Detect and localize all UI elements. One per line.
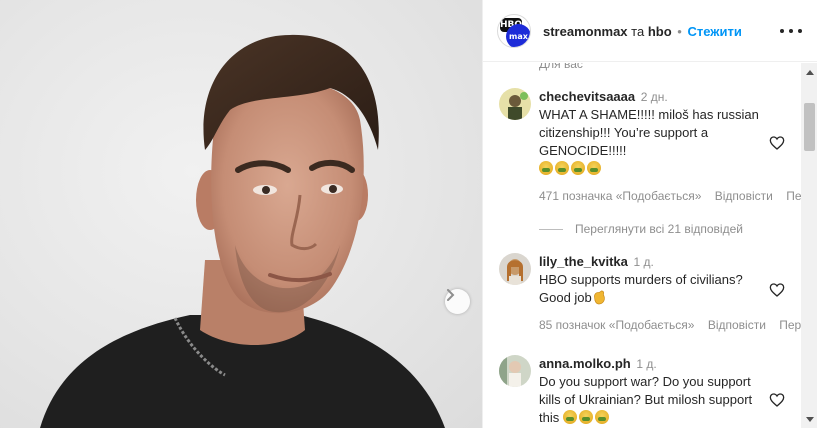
view-replies-button[interactable]: Переглянути всі 21 відповідей <box>539 222 743 236</box>
more-link[interactable]: Пе <box>786 189 801 203</box>
max-logo: max <box>506 24 530 47</box>
comment-text: HBO supports murders of civilians? Good … <box>539 272 743 305</box>
nauseated-face-emoji-icon <box>562 410 577 424</box>
comment-time: 1 д. <box>636 357 657 371</box>
comment-body: lily_the_kvitka 1 д. HBO supports murder… <box>539 253 774 307</box>
likes-count-link[interactable]: 85 позначок «Подобається» <box>539 318 694 332</box>
more-link[interactable]: Пер <box>779 318 801 332</box>
comment-body: chechevitsaaaa 2 дн. WHAT A SHAME!!!!! m… <box>539 88 774 178</box>
avatar-image <box>499 253 531 285</box>
next-image-button[interactable] <box>445 289 470 314</box>
hbo-max-avatar[interactable]: HBO max <box>497 14 531 48</box>
author-username-link[interactable]: streamonmax <box>543 24 628 39</box>
scroll-up-button[interactable] <box>801 63 817 80</box>
view-replies-label: Переглянути всі 21 відповідей <box>575 222 743 236</box>
coauthor-username-link[interactable]: hbo <box>648 24 672 39</box>
comment-time: 1 д. <box>633 255 654 269</box>
clapping-hands-emoji-icon <box>593 290 605 305</box>
more-options-button[interactable] <box>780 23 802 39</box>
nauseated-face-emoji-icon <box>594 410 609 424</box>
post-side-panel: HBO max streamonmax та hbo • Стежити Для… <box>482 0 817 428</box>
emoji-row <box>539 161 603 176</box>
header-text: streamonmax та hbo • Стежити <box>543 24 742 39</box>
nauseated-face-emoji-icon <box>571 161 585 175</box>
like-heart-icon[interactable] <box>769 282 785 298</box>
nauseated-face-emoji-icon <box>587 161 601 175</box>
avatar[interactable] <box>499 253 531 285</box>
post-photo <box>0 0 482 428</box>
arrow-down-icon <box>805 416 814 422</box>
scrollbar-thumb[interactable] <box>804 103 815 151</box>
arrow-up-icon <box>805 69 814 75</box>
avatar[interactable] <box>499 355 531 387</box>
comment-username[interactable]: anna.molko.ph <box>539 356 631 371</box>
dot-separator: • <box>677 24 682 39</box>
comment-time: 2 дн. <box>640 90 668 104</box>
comment-username[interactable]: chechevitsaaaa <box>539 89 635 104</box>
avatar-image <box>499 88 531 120</box>
nauseated-face-emoji-icon <box>555 161 569 175</box>
emoji-row <box>562 410 611 425</box>
comment-meta: 471 позначка «Подобається» Відповісти Пе <box>539 189 801 203</box>
cut-off-text: Для вас <box>539 63 583 71</box>
like-heart-icon[interactable] <box>769 392 785 408</box>
more-horizontal-icon <box>780 29 784 33</box>
comment-text: WHAT A SHAME!!!!! miloš has russian citi… <box>539 107 759 158</box>
nauseated-face-emoji-icon <box>539 161 553 175</box>
reply-link[interactable]: Відповісти <box>715 189 773 203</box>
comment-meta: 85 позначок «Подобається» Відповісти Пер <box>539 318 801 332</box>
post-header: HBO max streamonmax та hbo • Стежити <box>483 0 817 62</box>
chevron-right-icon <box>447 289 455 301</box>
portrait-illustration <box>40 34 445 428</box>
more-horizontal-icon <box>789 29 793 33</box>
follow-button[interactable]: Стежити <box>687 24 741 39</box>
replies-divider-line <box>539 228 563 230</box>
more-horizontal-icon <box>798 29 802 33</box>
reply-link[interactable]: Відповісти <box>708 318 766 332</box>
comments-list[interactable]: Для вас chechevitsaaaa 2 дн. WHAT A SHAM… <box>483 63 801 428</box>
comment-username[interactable]: lily_the_kvitka <box>539 254 628 269</box>
like-heart-icon[interactable] <box>769 135 785 151</box>
avatar-image <box>499 355 531 387</box>
comment-body: anna.molko.ph 1 д. Do you support war? D… <box>539 355 774 427</box>
scroll-down-button[interactable] <box>801 411 817 428</box>
coauthor-separator: та <box>631 24 645 39</box>
avatar[interactable] <box>499 88 531 120</box>
instagram-post-view: HBO max streamonmax та hbo • Стежити Для… <box>0 0 817 428</box>
likes-count-link[interactable]: 471 позначка «Подобається» <box>539 189 701 203</box>
comments-scrollbar[interactable] <box>801 63 817 428</box>
nauseated-face-emoji-icon <box>578 410 593 424</box>
